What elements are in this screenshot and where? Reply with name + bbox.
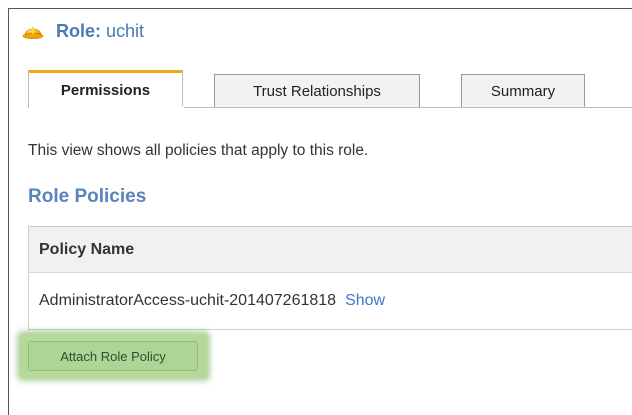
column-header-policy-name: Policy Name xyxy=(39,240,135,258)
hard-hat-icon xyxy=(22,20,44,42)
show-policy-link[interactable]: Show xyxy=(345,292,385,310)
role-header: Role: uchit xyxy=(22,20,144,42)
table-row: AdministratorAccess-uchit-201407261818 S… xyxy=(29,273,632,329)
role-title-prefix: Role: xyxy=(56,21,101,41)
section-title-role-policies: Role Policies xyxy=(28,186,147,207)
page-title: Role: uchit xyxy=(56,20,144,42)
attach-role-policy-button[interactable]: Attach Role Policy xyxy=(28,341,198,371)
tab-summary[interactable]: Summary xyxy=(461,74,585,107)
table-header: Policy Name xyxy=(29,227,632,273)
permissions-description: This view shows all policies that apply … xyxy=(28,142,369,159)
role-name: uchit xyxy=(101,21,145,41)
tab-trust-relationships[interactable]: Trust Relationships xyxy=(214,74,420,107)
policy-table: Policy Name AdministratorAccess-uchit-20… xyxy=(28,226,632,330)
tab-permissions[interactable]: Permissions xyxy=(28,70,183,107)
policy-name-cell: AdministratorAccess-uchit-201407261818 xyxy=(39,292,337,309)
